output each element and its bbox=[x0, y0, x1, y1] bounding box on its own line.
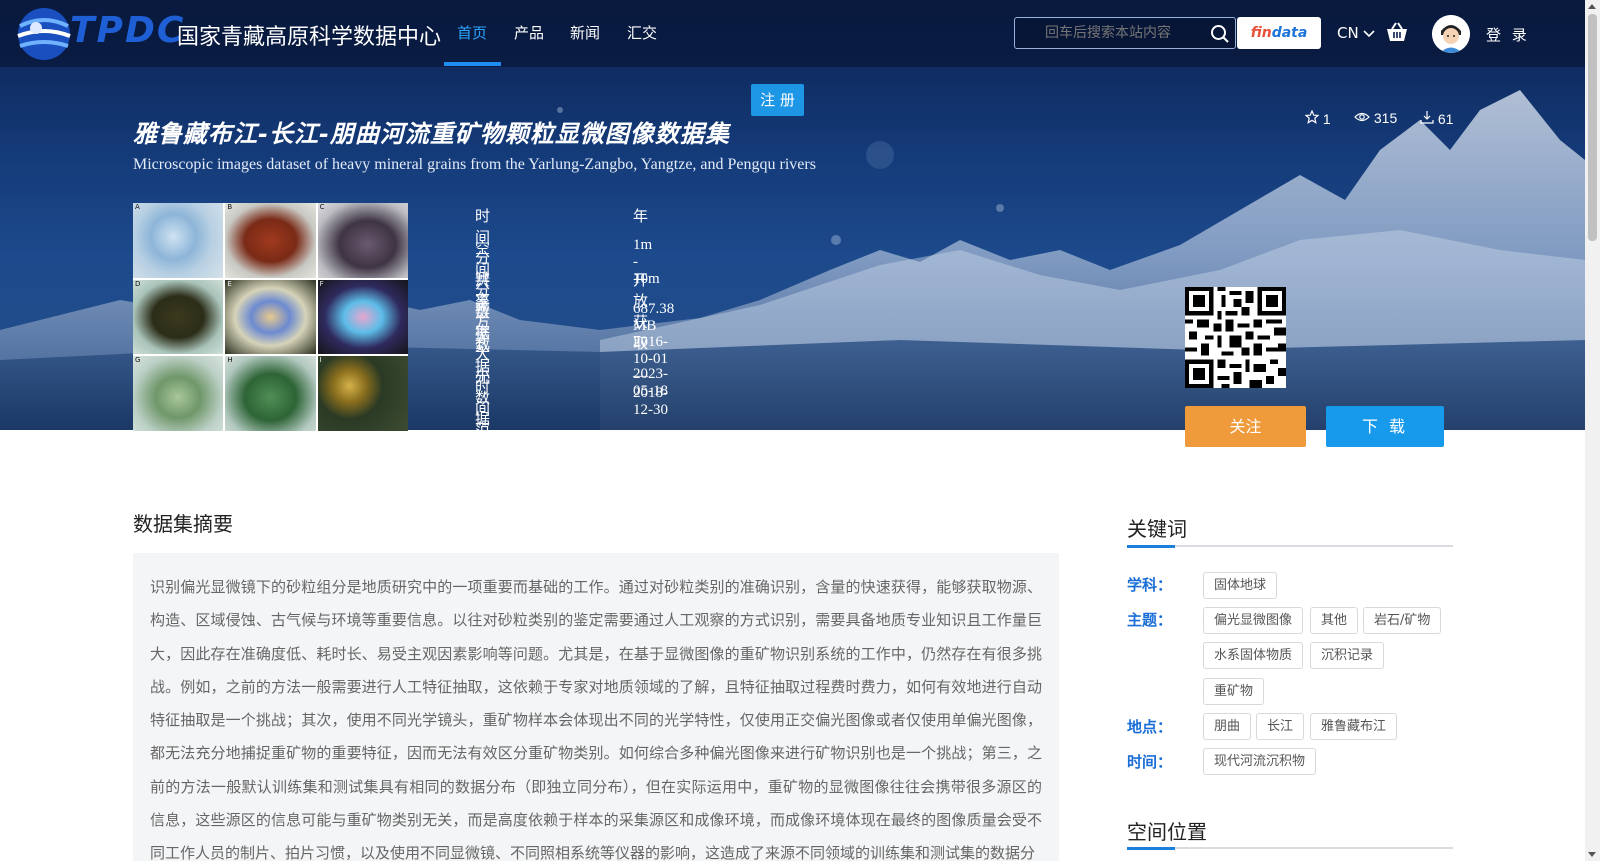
register-button[interactable]: 注 册 bbox=[751, 84, 804, 116]
download-count-value: 61 bbox=[1437, 111, 1454, 127]
star-icon bbox=[1304, 109, 1320, 124]
dataset-title-en: Microscopic images dataset of heavy mine… bbox=[133, 156, 816, 173]
logo-text[interactable]: TPDC bbox=[70, 10, 185, 51]
thumb-h: H bbox=[225, 356, 316, 431]
page: TPDC 国家青藏高原科学数据中心 首页 产品 新闻 汇交 findata CN bbox=[0, 0, 1600, 861]
download-icon bbox=[1420, 111, 1434, 124]
scrollbar-thumb[interactable] bbox=[1588, 14, 1597, 241]
thumb-d: D bbox=[133, 279, 224, 355]
divider-accent bbox=[1127, 847, 1175, 850]
nav-active-indicator bbox=[444, 62, 501, 66]
location-heading: 空间位置 bbox=[1127, 820, 1207, 844]
thumb-label: F bbox=[319, 279, 324, 288]
meta-value: 年 bbox=[633, 209, 649, 225]
page-scrollbar[interactable] bbox=[1585, 0, 1600, 861]
view-count-value: 315 bbox=[1373, 110, 1398, 126]
nav-submit[interactable]: 汇交 bbox=[627, 22, 657, 43]
findata-label-part2: data bbox=[1271, 25, 1308, 41]
dataset-title: 雅鲁藏布江-长江-朋曲河流重矿物颗粒显微图像数据集 bbox=[133, 120, 730, 148]
keyword-tag[interactable]: 偏光显微图像 bbox=[1203, 607, 1304, 634]
keyword-tag[interactable]: 朋曲 bbox=[1203, 713, 1252, 740]
keywords-divider bbox=[1127, 545, 1453, 548]
thumb-g: G bbox=[133, 356, 224, 431]
qr-code bbox=[1185, 287, 1286, 388]
keyword-tag[interactable]: 重矿物 bbox=[1203, 678, 1265, 705]
keyword-tag[interactable]: 岩石/矿物 bbox=[1363, 607, 1442, 634]
findata-label-part1: fin bbox=[1250, 25, 1272, 41]
keyword-tag[interactable]: 其他 bbox=[1310, 607, 1359, 634]
meta-value: 687.38 MB bbox=[633, 301, 675, 334]
thumb-a: A bbox=[133, 203, 224, 278]
thumb-label: A bbox=[135, 203, 140, 211]
thumb-label: D bbox=[135, 279, 141, 288]
login-link[interactable]: 登 录 bbox=[1486, 24, 1530, 45]
keyword-tag[interactable]: 固体地球 bbox=[1203, 572, 1278, 599]
search-input[interactable] bbox=[1045, 25, 1205, 41]
thumb-label: H bbox=[227, 356, 233, 365]
site-name[interactable]: 国家青藏高原科学数据中心 bbox=[177, 19, 441, 51]
abstract-heading: 数据集摘要 bbox=[133, 512, 233, 536]
thumb-label: C bbox=[319, 203, 325, 211]
thumb-label: B bbox=[227, 203, 233, 211]
scroll-up-arrow-icon[interactable] bbox=[1588, 4, 1596, 9]
follow-button[interactable]: 关注 bbox=[1185, 406, 1306, 447]
location-divider bbox=[1127, 847, 1453, 850]
chevron-down-icon bbox=[1363, 30, 1376, 38]
thumb-e: E bbox=[225, 279, 316, 355]
view-count: 315 bbox=[1354, 110, 1397, 126]
tpdc-globe-logo-icon[interactable] bbox=[14, 4, 74, 64]
avatar-icon bbox=[1432, 15, 1470, 53]
dataset-thumbnail[interactable]: A B C D E F G H I bbox=[133, 203, 408, 431]
nav-home[interactable]: 首页 bbox=[457, 22, 487, 43]
keyword-label-topic: 主题： bbox=[1127, 611, 1173, 629]
basket-icon[interactable] bbox=[1386, 22, 1408, 42]
star-count-value: 1 bbox=[1322, 111, 1331, 127]
language-label: CN bbox=[1337, 24, 1359, 42]
search-box[interactable] bbox=[1014, 17, 1236, 49]
thumb-label: E bbox=[227, 279, 232, 288]
scroll-down-arrow-icon[interactable] bbox=[1588, 852, 1596, 857]
keyword-tag[interactable]: 现代河流沉积物 bbox=[1203, 748, 1317, 775]
meta-label: 元数据更新时间 bbox=[475, 368, 491, 512]
star-count[interactable]: 1 bbox=[1304, 109, 1331, 127]
abstract-text: 识别偏光显微镜下的砂粒组分是地质研究中的一项重要而基础的工作。通过对砂粒类别的准… bbox=[150, 578, 1042, 861]
thumb-f: F bbox=[317, 279, 408, 355]
language-switch[interactable]: CN bbox=[1337, 24, 1376, 42]
eye-icon bbox=[1354, 112, 1370, 122]
thumb-label: I bbox=[319, 356, 322, 365]
keyword-label-place: 地点： bbox=[1127, 718, 1173, 736]
findata-button[interactable]: findata bbox=[1237, 17, 1321, 49]
thumb-label: G bbox=[135, 356, 141, 365]
nav-products[interactable]: 产品 bbox=[514, 22, 544, 43]
divider-accent bbox=[1127, 545, 1175, 548]
keyword-tag[interactable]: 沉积记录 bbox=[1310, 642, 1385, 669]
download-button[interactable]: 下 载 bbox=[1326, 406, 1444, 447]
keywords-heading: 关键词 bbox=[1127, 517, 1187, 541]
thumb-i: I bbox=[317, 356, 408, 431]
keyword-label-time: 时间： bbox=[1127, 753, 1173, 771]
thumb-b: B bbox=[225, 203, 316, 278]
top-navbar: TPDC 国家青藏高原科学数据中心 首页 产品 新闻 汇交 findata CN bbox=[0, 0, 1585, 67]
user-avatar[interactable] bbox=[1432, 15, 1470, 53]
abstract-box: 识别偏光显微镜下的砂粒组分是地质研究中的一项重要而基础的工作。通过对砂粒类别的准… bbox=[133, 553, 1059, 861]
meta-value: 2023-05-18 bbox=[633, 366, 668, 399]
keyword-tag[interactable]: 长江 bbox=[1256, 713, 1305, 740]
thumb-c: C bbox=[317, 203, 408, 278]
search-icon[interactable] bbox=[1210, 24, 1230, 44]
keyword-tag[interactable]: 雅鲁藏布江 bbox=[1310, 713, 1398, 740]
keyword-label-discipline: 学科： bbox=[1127, 576, 1173, 594]
keyword-tag[interactable]: 水系固体物质 bbox=[1203, 642, 1304, 669]
nav-news[interactable]: 新闻 bbox=[570, 22, 600, 43]
download-count: 61 bbox=[1420, 110, 1453, 127]
